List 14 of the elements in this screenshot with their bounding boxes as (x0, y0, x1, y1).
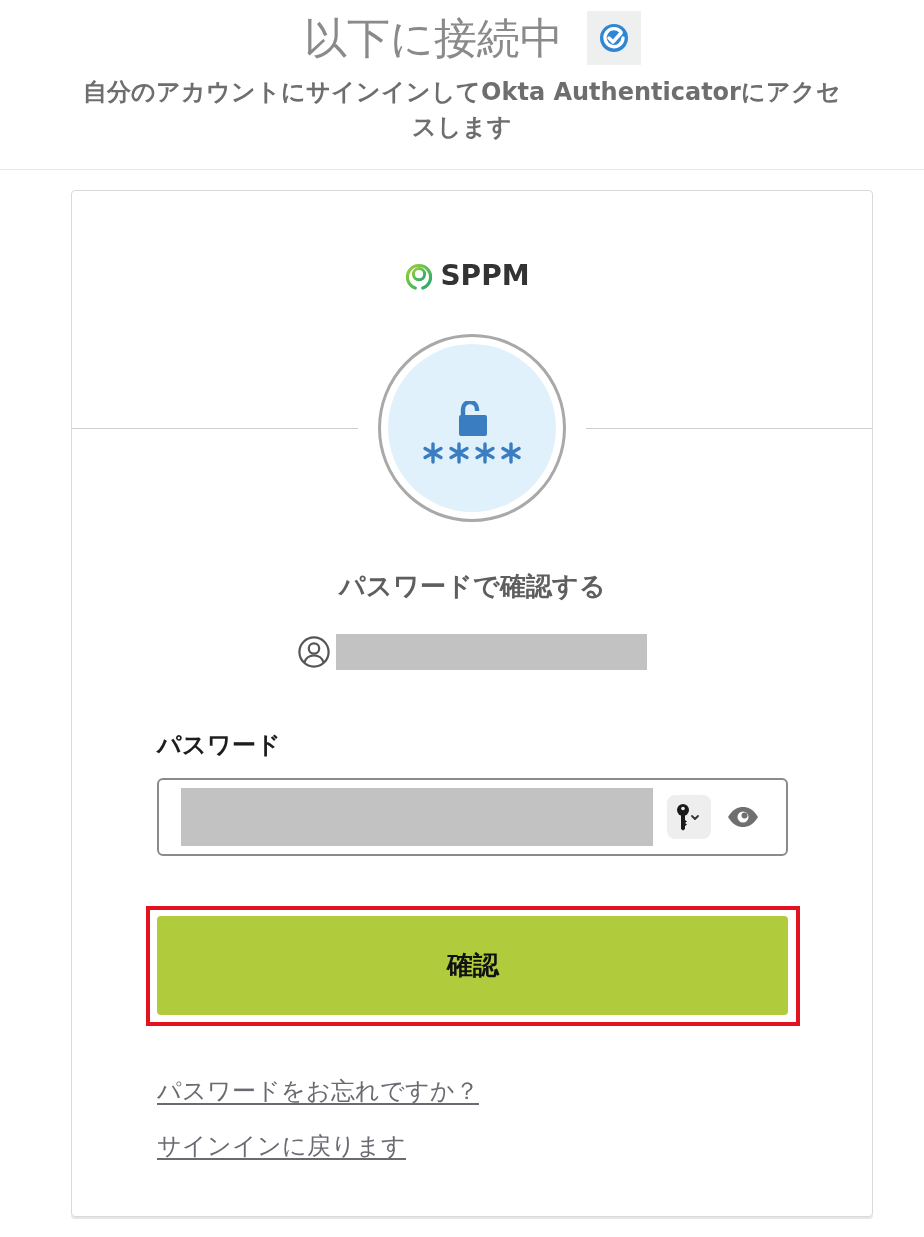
text-link[interactable]: サインインに戻ります (157, 1129, 406, 1164)
page-subtitle: 自分のアカウントにサインインしてOkta Authenticatorにアクセスします (82, 77, 842, 143)
text-link[interactable]: パスワードをお忘れですか？ (157, 1074, 479, 1109)
logo-icon (406, 261, 433, 291)
app-check-icon (586, 11, 641, 65)
password-manager-button[interactable] (667, 795, 711, 839)
logo-text: SPPM (440, 259, 530, 293)
verify-heading: パスワードで確認する (337, 570, 607, 603)
verify-button[interactable]: 確認 (157, 916, 788, 1015)
user-icon (297, 636, 330, 668)
show-password-icon[interactable] (727, 807, 759, 827)
password-label: パスワード (157, 730, 282, 761)
page-title: 以下に接続中 (303, 12, 563, 65)
password-field[interactable] (157, 778, 788, 856)
